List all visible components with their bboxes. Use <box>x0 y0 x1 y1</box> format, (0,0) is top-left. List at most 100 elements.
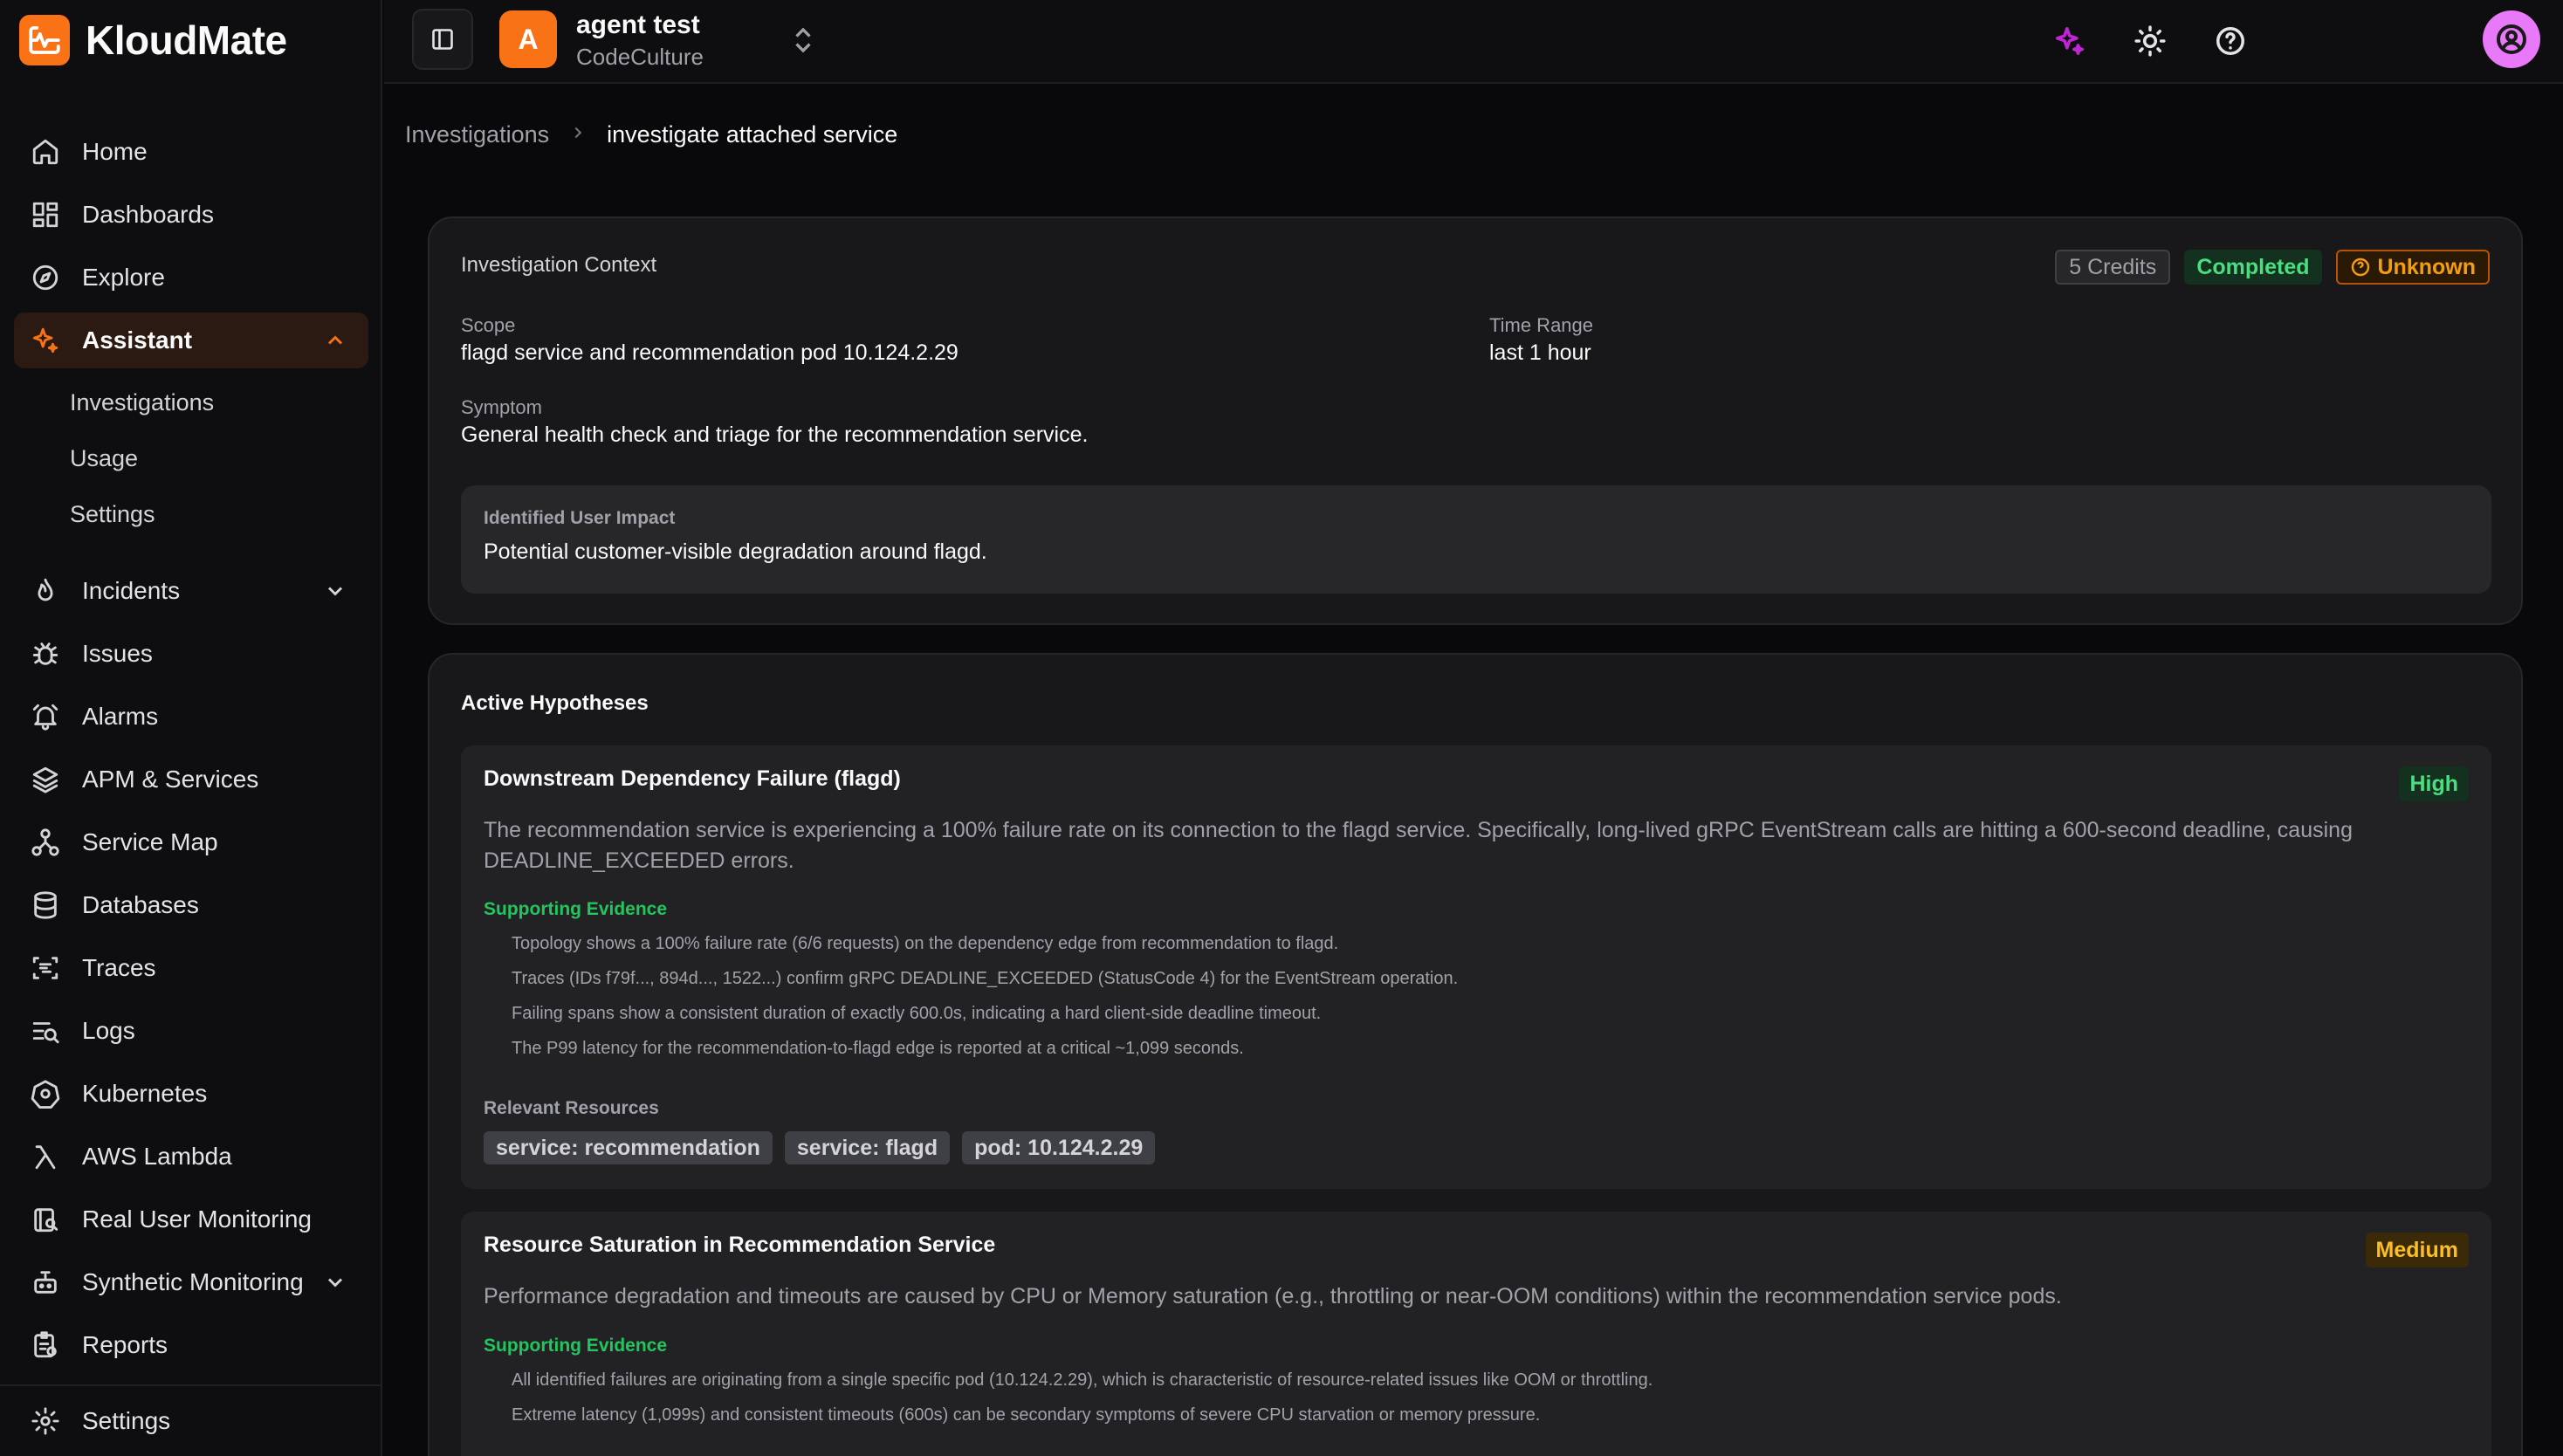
supporting-evidence-label: Supporting Evidence <box>484 899 668 919</box>
supporting-evidence-label: Supporting Evidence <box>484 1336 668 1356</box>
sidebar-item-reports[interactable]: Reports <box>14 1317 368 1373</box>
sidebar-item-real-user-monitoring[interactable]: Real User Monitoring <box>14 1192 368 1247</box>
hypothesis-description: The recommendation service is experienci… <box>484 818 2353 873</box>
sidebar-item-explore[interactable]: Explore <box>14 250 368 306</box>
time-range-value: last 1 hour <box>1489 340 1591 365</box>
help-icon[interactable] <box>2209 19 2252 63</box>
logo-icon <box>19 15 70 65</box>
sidebar-item-kubernetes[interactable]: Kubernetes <box>14 1066 368 1122</box>
org-avatar[interactable]: A <box>499 10 557 68</box>
chevron-up-icon[interactable] <box>323 328 347 353</box>
resource-chip[interactable]: service: recommendation <box>484 1131 773 1164</box>
symptom-label: Symptom <box>461 396 542 418</box>
sidebar-item-traces[interactable]: Traces <box>14 940 368 996</box>
gear-icon <box>30 1405 61 1437</box>
bell-icon <box>30 701 61 732</box>
sidebar-sub-usage[interactable]: Usage <box>70 441 138 476</box>
chevron-right-icon <box>568 121 587 148</box>
sidebar-item-label: Kubernetes <box>82 1080 208 1107</box>
severity-badge: Medium <box>2365 1233 2469 1267</box>
time-range-label: Time Range <box>1489 314 1594 336</box>
evidence-item: Extreme latency (1,099s) and consistent … <box>512 1405 1541 1425</box>
sidebar-item-synthetic-monitoring[interactable]: Synthetic Monitoring <box>14 1254 368 1310</box>
user-avatar[interactable] <box>2483 10 2540 68</box>
hypothesis-name: Resource Saturation in Recommendation Se… <box>484 1233 996 1257</box>
investigation-context-card: Investigation Context 5 Credits Complete… <box>428 216 2523 625</box>
logo-text: KloudMate <box>86 17 287 63</box>
hypothesis-item: Resource Saturation in Recommendation Se… <box>461 1212 2491 1456</box>
sidebar-item-label: Dashboards <box>82 201 214 228</box>
resource-chip[interactable]: service: flagd <box>784 1131 951 1164</box>
relevant-resources-label: Relevant Resources <box>484 1098 659 1118</box>
sidebar-item-label: Alarms <box>82 703 159 730</box>
credits-badge: 5 Credits <box>2055 250 2171 285</box>
breadcrumb-parent[interactable]: Investigations <box>405 121 549 148</box>
sidebar-item-service-map[interactable]: Service Map <box>14 814 368 870</box>
sidebar-item-label: Service Map <box>82 828 218 855</box>
kubernetes-icon <box>30 1078 61 1109</box>
sidebar-item-label: Real User Monitoring <box>82 1205 312 1233</box>
sidebar-item-dashboards[interactable]: Dashboards <box>14 187 368 243</box>
resource-chip[interactable]: pod: 10.124.2.29 <box>962 1131 1156 1164</box>
sidebar-divider <box>0 1384 382 1386</box>
sidebar-item-incidents[interactable]: Incidents <box>14 563 368 619</box>
sidebar-item-label: APM & Services <box>82 766 259 793</box>
bug-icon <box>30 638 61 670</box>
impact-label: Identified User Impact <box>484 508 676 528</box>
hypothesis-item: Downstream Dependency Failure (flagd) Hi… <box>461 745 2491 1189</box>
resource-chips: service: recommendation service: flagd p… <box>484 1131 1156 1164</box>
sidebar-item-label: AWS Lambda <box>82 1143 232 1170</box>
evidence-item: The P99 latency for the recommendation-t… <box>512 1039 1244 1058</box>
help-circle-icon <box>2351 258 2369 277</box>
sidebar-sub-settings[interactable]: Settings <box>70 497 155 532</box>
context-title: Investigation Context <box>461 253 657 277</box>
sidebar-toggle-button[interactable] <box>412 9 473 70</box>
sidebar-item-label: Incidents <box>82 577 181 604</box>
sidebar-item-logs[interactable]: Logs <box>14 1003 368 1059</box>
chevron-down-icon[interactable] <box>323 1270 347 1295</box>
evidence-item: Topology shows a 100% failure rate (6/6 … <box>512 934 1339 953</box>
sidebar-item-issues[interactable]: Issues <box>14 626 368 682</box>
chevron-down-icon[interactable] <box>323 579 347 603</box>
sidebar-item-databases[interactable]: Databases <box>14 877 368 933</box>
sidebar-item-settings[interactable]: Settings <box>14 1393 368 1449</box>
evidence-item: All identified failures are originating … <box>512 1370 1653 1390</box>
sidebar-item-label: Reports <box>82 1331 168 1358</box>
sidebar-item-apm-services[interactable]: APM & Services <box>14 752 368 807</box>
user-impact-box: Identified User Impact Potential custome… <box>461 485 2491 594</box>
hypothesis-name: Downstream Dependency Failure (flagd) <box>484 766 901 791</box>
sidebar-item-alarms[interactable]: Alarms <box>14 689 368 745</box>
sidebar: KloudMate Home Dashboards Explore Assist… <box>0 0 382 1456</box>
user-circle-icon <box>2497 24 2526 54</box>
sidebar-item-home[interactable]: Home <box>14 124 368 180</box>
scope-label: Scope <box>461 314 516 336</box>
sidebar-item-label: Assistant <box>82 326 193 354</box>
dashboard-icon <box>30 199 61 230</box>
robot-icon <box>30 1267 61 1298</box>
verdict-label: Unknown <box>2377 254 2477 279</box>
breadcrumb-current: investigate attached service <box>607 120 898 148</box>
panel-left-icon <box>432 29 453 50</box>
database-icon <box>30 889 61 921</box>
sidebar-item-label: Settings <box>82 1407 171 1434</box>
status-badge: Completed <box>2184 250 2322 285</box>
layers-icon <box>30 764 61 795</box>
hypotheses-title: Active Hypotheses <box>461 691 649 715</box>
traces-icon <box>30 952 61 984</box>
theme-sun-icon[interactable] <box>2128 19 2172 63</box>
chevrons-up-down-icon[interactable] <box>787 24 822 59</box>
ai-sparkles-icon[interactable] <box>2048 19 2092 63</box>
sidebar-item-label: Home <box>82 138 148 165</box>
sidebar-item-assistant[interactable]: Assistant <box>14 312 368 368</box>
sidebar-sub-investigations[interactable]: Investigations <box>70 385 214 420</box>
active-hypotheses-card: Active Hypotheses Downstream Dependency … <box>428 653 2523 1456</box>
org-name[interactable]: agent test <box>576 10 700 40</box>
impact-text: Potential customer-visible degradation a… <box>484 539 987 564</box>
topbar: A agent test CodeCulture <box>384 0 2563 84</box>
evidence-item: Failing spans show a consistent duration… <box>512 1004 1322 1023</box>
sidebar-item-aws-lambda[interactable]: AWS Lambda <box>14 1129 368 1185</box>
home-icon <box>30 136 61 168</box>
hypothesis-description: Performance degradation and timeouts are… <box>484 1284 2062 1308</box>
logo[interactable]: KloudMate <box>19 14 287 66</box>
sidebar-item-label: Synthetic Monitoring <box>82 1268 304 1295</box>
